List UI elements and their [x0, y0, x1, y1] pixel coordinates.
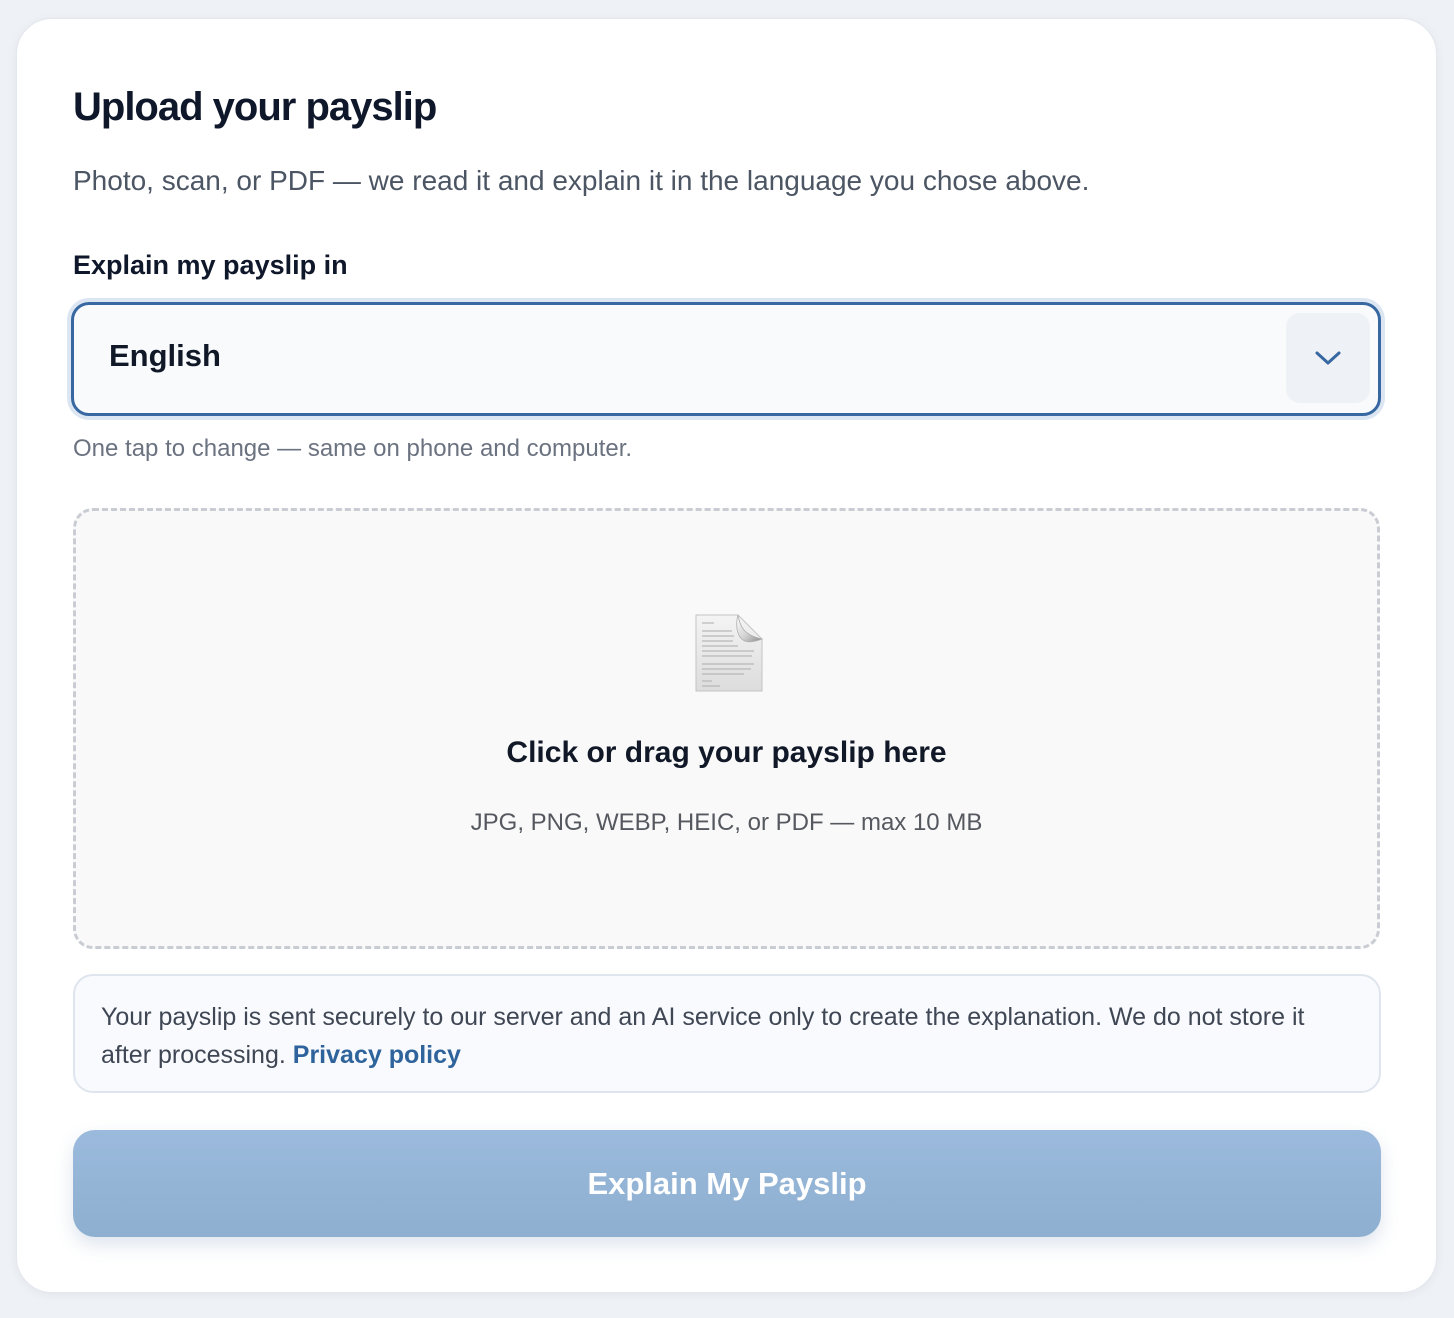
chevron-down-icon[interactable]: [1286, 313, 1370, 403]
page-subtitle: Photo, scan, or PDF — we read it and exp…: [73, 165, 1090, 196]
upload-card: Upload your payslip Photo, scan, or PDF …: [16, 18, 1437, 1293]
page-title: Upload your payslip: [73, 85, 437, 129]
document-icon: [694, 613, 764, 693]
dropzone-title: Click or drag your payslip here: [506, 736, 947, 769]
language-helper-text: One tap to change — same on phone and co…: [73, 435, 633, 462]
privacy-policy-link[interactable]: Privacy policy: [293, 1041, 461, 1069]
explain-payslip-button[interactable]: Explain My Payslip: [73, 1130, 1381, 1237]
dropzone-file-types: JPG, PNG, WEBP, HEIC, or PDF — max 10 MB: [470, 809, 983, 836]
privacy-notice-text: Your payslip is sent securely to our ser…: [101, 1003, 1305, 1069]
file-dropzone[interactable]: Click or drag your payslip here JPG, PNG…: [73, 508, 1380, 949]
privacy-notice: Your payslip is sent securely to our ser…: [73, 974, 1381, 1093]
language-select[interactable]: English: [71, 302, 1381, 416]
language-label: Explain my payslip in: [73, 250, 348, 280]
language-select-value: English: [109, 338, 221, 373]
